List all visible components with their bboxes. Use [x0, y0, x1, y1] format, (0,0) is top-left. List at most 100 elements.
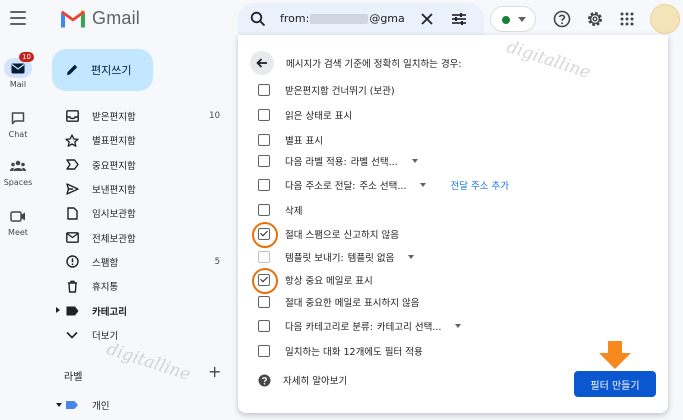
filter-option-star[interactable]: 별표 표시 [258, 130, 323, 150]
filter-option-never-spam[interactable]: 절대 스팸으로 신고하지 않음 [252, 222, 399, 248]
filter-option-mark-read[interactable]: 읽은 상태로 표시 [258, 105, 352, 125]
compose-button[interactable]: 편지쓰기 [52, 49, 153, 91]
nav-item-spam[interactable]: 스팸함 5 [52, 250, 232, 274]
rail-item-spaces[interactable]: Spaces [0, 156, 36, 187]
option-label: 별표 표시 [285, 136, 323, 147]
highlight-ring [252, 222, 278, 248]
label-item-personal[interactable]: 개인 [52, 398, 109, 412]
help-circle-icon [258, 374, 271, 386]
main-menu-icon[interactable] [10, 11, 26, 25]
checkbox[interactable] [258, 296, 270, 308]
gmail-logo[interactable]: Gmail [60, 8, 140, 29]
close-icon[interactable] [420, 12, 434, 26]
checkbox[interactable] [258, 84, 270, 96]
option-label: 절대 스팸으로 신고하지 않음 [285, 230, 399, 241]
filter-option-categorize[interactable]: 다음 카테고리로 분류: 카테고리 선택... [258, 316, 462, 336]
avatar[interactable] [650, 4, 680, 34]
template-select[interactable]: 템플릿 없음 [348, 250, 415, 264]
checkbox-disabled [258, 251, 270, 263]
expand-caret-icon[interactable] [56, 307, 60, 314]
nav-item-sent[interactable]: 보낸편지함 [52, 177, 232, 201]
all-mail-icon [65, 232, 79, 244]
back-button[interactable] [250, 51, 274, 75]
checkbox[interactable] [258, 320, 270, 332]
caret-down-icon [518, 17, 526, 22]
nav-label: 임시보관함 [92, 209, 136, 221]
option-label: 템플릿 보내기: [285, 253, 344, 264]
inbox-icon [65, 110, 79, 123]
filter-option-delete[interactable]: 삭제 [258, 200, 302, 220]
trash-icon [67, 280, 77, 293]
filter-options-icon[interactable] [451, 12, 467, 26]
gear-icon[interactable] [586, 10, 604, 28]
nav-item-more[interactable]: 더보기 [52, 323, 232, 347]
checkbox[interactable] [258, 155, 270, 167]
star-icon [65, 134, 79, 147]
category-select[interactable]: 카테고리 선택... [377, 319, 462, 333]
nav-label: 중요편지함 [92, 160, 136, 172]
nav-count-spam: 5 [214, 256, 220, 267]
checkbox-checked[interactable] [252, 268, 278, 294]
rail-meet-pill [4, 206, 32, 226]
app-name: Gmail [92, 8, 141, 28]
nav-item-inbox[interactable]: 받은편지함 10 [52, 104, 232, 128]
nav-label: 더보기 [92, 330, 119, 342]
rail-label-spaces: Spaces [3, 178, 33, 187]
create-filter-button[interactable]: 필터 만들기 [574, 371, 656, 397]
status-selector[interactable] [490, 6, 536, 32]
filter-option-skip-inbox[interactable]: 받은편지함 건너뛰기 (보관) [258, 80, 395, 100]
filter-option-always-important[interactable]: 항상 중요 메일로 표시 [252, 268, 373, 294]
rail-item-meet[interactable]: Meet [0, 206, 36, 237]
nav-item-categories[interactable]: 카테고리 [52, 298, 232, 322]
address-select[interactable]: 주소 선택... [359, 178, 427, 192]
nav-item-drafts[interactable]: 임시보관함 [52, 201, 232, 225]
search-input[interactable]: from: @gma [280, 12, 414, 25]
arrow-back-icon [256, 58, 267, 68]
nav-item-starred[interactable]: 별표편지함 [52, 128, 232, 152]
checkbox-checked[interactable] [252, 222, 278, 248]
nav-item-all-mail[interactable]: 전체보관함 [52, 225, 232, 249]
option-label: 다음 주소로 전달: [285, 181, 356, 192]
expand-caret-icon[interactable] [56, 403, 62, 407]
filter-panel-title: 메시지가 검색 기준에 정확히 일치하는 경우: [286, 59, 462, 70]
nav-label: 스팸함 [92, 257, 119, 269]
checkbox[interactable] [258, 179, 270, 191]
search-icon[interactable] [250, 11, 266, 27]
apps-grid-icon[interactable] [620, 12, 634, 26]
nav-count-inbox: 10 [209, 111, 220, 122]
checkbox[interactable] [258, 204, 270, 216]
pencil-icon [67, 64, 78, 75]
rail-label-mail: Mail [9, 80, 27, 89]
labels-heading: 라벨 [64, 372, 83, 383]
redacted-address [310, 14, 369, 24]
rail-item-mail[interactable]: 10 Mail [0, 52, 36, 89]
nav-item-trash[interactable]: 휴지통 [52, 274, 232, 298]
active-status-dot [502, 16, 510, 24]
filter-option-apply-label[interactable]: 다음 라벨 적용: 라벨 선택... [258, 151, 418, 171]
search-bar[interactable]: from: @gma [238, 3, 484, 35]
filter-option-send-template[interactable]: 템플릿 보내기: 템플릿 없음 [258, 247, 415, 267]
draft-icon [66, 207, 78, 220]
filter-option-apply-existing[interactable]: 일치하는 대화 12개에도 필터 적용 [258, 341, 423, 361]
help-icon[interactable] [553, 10, 571, 28]
label-select[interactable]: 라벨 선택... [351, 154, 418, 168]
add-forwarding-address-link[interactable]: 전달 주소 추가 [450, 178, 508, 192]
rail-item-chat[interactable]: Chat [0, 108, 36, 139]
top-bar: Gmail from: @gma [0, 0, 683, 38]
compose-label: 편지쓰기 [91, 64, 132, 77]
filter-option-never-important[interactable]: 절대 중요한 메일로 표시하지 않음 [258, 292, 419, 312]
filter-option-forward[interactable]: 다음 주소로 전달: 주소 선택... 전달 주소 추가 [258, 175, 509, 195]
learn-more-link[interactable]: 자세히 알아보기 [258, 373, 347, 387]
checkbox[interactable] [258, 345, 270, 357]
checkbox[interactable] [258, 109, 270, 121]
add-label-icon[interactable]: + [208, 364, 221, 380]
option-label: 항상 중요 메일로 표시 [285, 276, 373, 287]
select-value: 라벨 선택... [350, 157, 398, 168]
spam-icon [65, 255, 79, 269]
checkbox[interactable] [258, 134, 270, 146]
rail-label-chat: Chat [8, 130, 28, 139]
mail-icon [11, 63, 25, 73]
nav-item-important[interactable]: 중요편지함 [52, 153, 232, 177]
nav-label: 보낸편지함 [92, 185, 136, 197]
nav-label: 전체보관함 [92, 233, 136, 245]
